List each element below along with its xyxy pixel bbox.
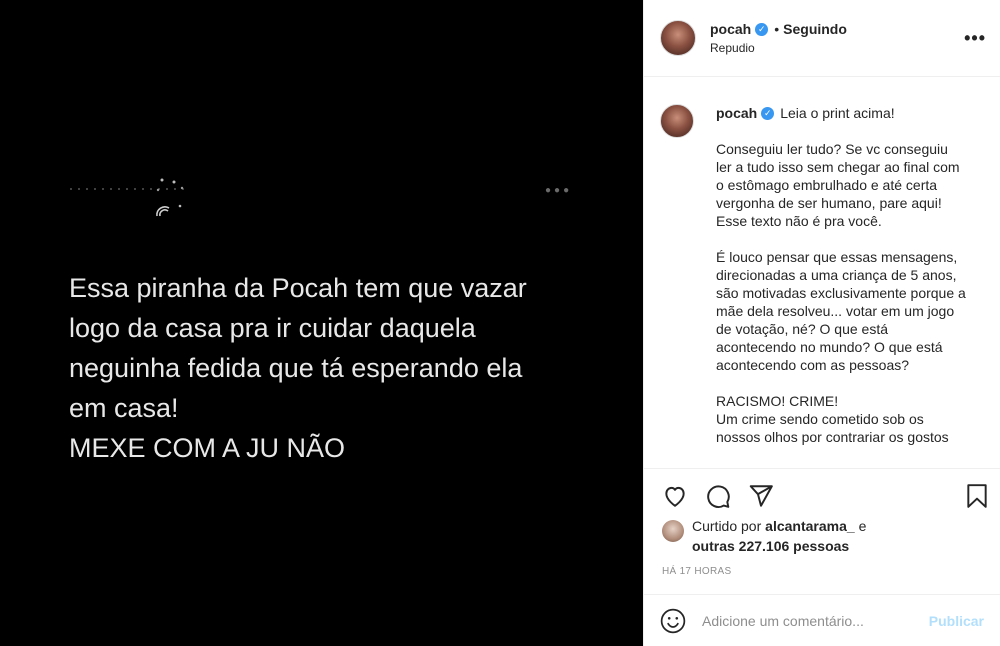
more-options-icon[interactable]: ••• — [964, 28, 986, 49]
heart-icon[interactable] — [662, 483, 688, 509]
likes-summary: Curtido por alcantarama_ e outras 227.10… — [662, 516, 984, 556]
comment-input[interactable] — [702, 612, 929, 629]
follow-status-button[interactable]: Seguindo — [783, 21, 847, 37]
blurred-avatar-icon — [156, 178, 184, 217]
likes-connector: e — [858, 518, 867, 534]
comment-bar: Publicar — [644, 594, 1000, 646]
publish-button[interactable]: Publicar — [929, 613, 984, 629]
verified-badge-icon: ✓ — [761, 106, 775, 120]
post-sidebar: pocah ✓ • Seguindo Repudio ••• pocah ✓ L… — [643, 0, 1000, 646]
post-image[interactable]: ●●● Essa piranha da Pocah tem que vazar … — [0, 0, 643, 646]
avatar[interactable] — [660, 20, 696, 56]
caption-username[interactable]: pocah — [716, 104, 757, 122]
media-options-icon: ●●● — [545, 185, 573, 196]
caption-paragraph: RACISMO! CRIME! Um crime sendo cometido … — [716, 393, 949, 445]
post-header: pocah ✓ • Seguindo Repudio ••• — [644, 0, 1000, 77]
likes-count[interactable]: outras 227.106 pessoas — [692, 538, 849, 554]
header-subtitle: Repudio — [710, 41, 755, 55]
verified-badge-icon: ✓ — [755, 22, 769, 36]
separator-dot: • — [774, 21, 780, 37]
caption-area[interactable]: pocah ✓ Leia o print acima! Conseguiu le… — [644, 78, 1000, 468]
caption-avatar[interactable] — [660, 104, 694, 138]
liker-avatar[interactable] — [662, 520, 684, 542]
header-username[interactable]: pocah — [710, 21, 751, 37]
caption-paragraph: Conseguiu ler tudo? Se vc conseguiu ler … — [716, 141, 960, 229]
post-timestamp[interactable]: HÁ 17 HORAS — [662, 566, 731, 577]
comment-icon[interactable] — [705, 483, 731, 509]
liker-username[interactable]: alcantarama_ — [765, 518, 855, 534]
emoji-icon[interactable] — [660, 608, 686, 634]
bookmark-icon[interactable] — [964, 483, 990, 509]
likes-prefix: Curtido por — [692, 518, 762, 534]
share-icon[interactable] — [748, 483, 774, 509]
caption-lead: Leia o print acima! — [780, 105, 895, 121]
post-image-text: Essa piranha da Pocah tem que vazar logo… — [69, 273, 527, 463]
caption-paragraph: É louco pensar que essas mensagens, dire… — [716, 249, 966, 373]
